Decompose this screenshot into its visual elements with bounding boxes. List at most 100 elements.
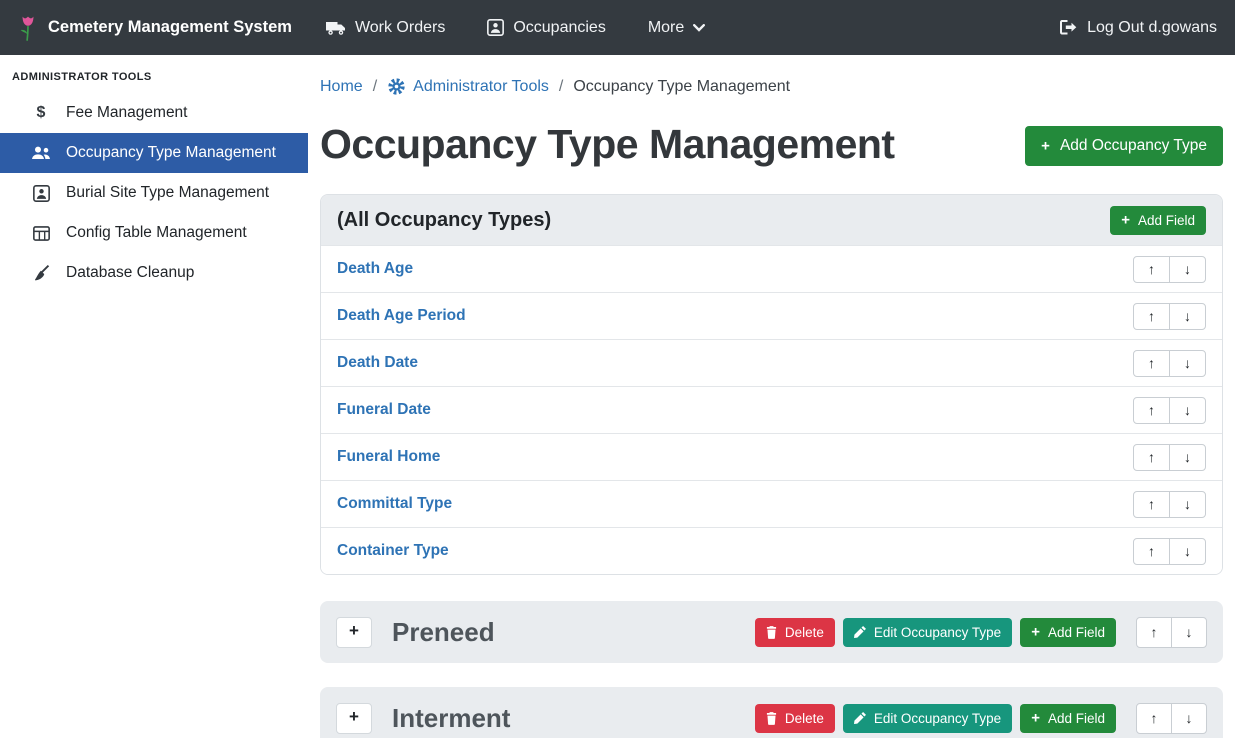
nav-item-occupancies[interactable]: Occupancies [487,19,606,37]
delete-label: Delete [785,711,824,726]
field-row: Funeral Home ↑ ↓ [321,433,1222,480]
occupancy-type-section-preneed: + Preneed Delete Edit Occupancy Type + [320,601,1223,663]
arrow-down-icon: ↓ [1184,308,1191,324]
pencil-icon [854,626,866,638]
delete-button[interactable]: Delete [755,704,835,733]
edit-occupancy-type-button[interactable]: Edit Occupancy Type [843,618,1012,647]
logout-button[interactable]: Log Out d.gowans [1060,19,1217,37]
arrow-down-icon: ↓ [1186,710,1193,726]
arrow-down-icon: ↓ [1184,261,1191,277]
expand-button[interactable]: + [336,617,372,648]
field-row: Container Type ↑ ↓ [321,527,1222,574]
move-down-button[interactable]: ↓ [1169,444,1206,471]
arrow-down-icon: ↓ [1184,543,1191,559]
main-content: Home / Administrator Tools / Occupancy T… [308,55,1235,738]
breadcrumb-current: Occupancy Type Management [573,78,790,96]
add-field-label: Add Field [1048,711,1105,726]
sidebar-item-fee-management[interactable]: $ Fee Management [0,93,308,133]
move-down-button[interactable]: ↓ [1169,538,1206,565]
nav-item-label: Work Orders [355,19,445,37]
move-up-button[interactable]: ↑ [1133,538,1170,565]
move-down-button[interactable]: ↓ [1169,491,1206,518]
reorder-group: ↑ ↓ [1133,350,1206,377]
move-up-button[interactable]: ↑ [1133,303,1170,330]
arrow-down-icon: ↓ [1186,624,1193,640]
arrow-up-icon: ↑ [1151,624,1158,640]
broom-icon [30,265,52,282]
page-title: Occupancy Type Management [320,120,895,168]
add-field-label: Add Field [1048,625,1105,640]
move-up-button[interactable]: ↑ [1136,617,1172,648]
expand-button[interactable]: + [336,703,372,734]
add-field-button[interactable]: + Add Field [1020,704,1116,733]
move-up-button[interactable]: ↑ [1133,397,1170,424]
truck-icon [326,20,346,36]
reorder-group: ↑ ↓ [1136,703,1207,734]
move-down-button[interactable]: ↓ [1169,256,1206,283]
field-row: Death Date ↑ ↓ [321,339,1222,386]
edit-occupancy-type-button[interactable]: Edit Occupancy Type [843,704,1012,733]
reorder-group: ↑ ↓ [1133,256,1206,283]
arrow-down-icon: ↓ [1184,449,1191,465]
sidebar-heading: Administrator Tools [0,61,308,93]
arrow-down-icon: ↓ [1184,402,1191,418]
delete-button[interactable]: Delete [755,618,835,647]
field-link-funeral-home[interactable]: Funeral Home [337,448,440,466]
move-down-button[interactable]: ↓ [1171,703,1207,734]
sidebar-item-config-table-management[interactable]: Config Table Management [0,213,308,253]
users-icon [30,146,52,160]
sidebar-item-label: Burial Site Type Management [66,184,269,202]
field-link-death-age[interactable]: Death Age [337,260,413,278]
move-up-button[interactable]: ↑ [1133,491,1170,518]
breadcrumb-admin-tools-link[interactable]: Administrator Tools [387,77,549,96]
plus-icon: + [349,621,359,641]
field-row: Funeral Date ↑ ↓ [321,386,1222,433]
move-down-button[interactable]: ↓ [1169,350,1206,377]
app-brand[interactable]: Cemetery Management System [18,13,292,43]
table-icon [30,226,52,241]
move-up-button[interactable]: ↑ [1136,703,1172,734]
arrow-up-icon: ↑ [1148,543,1155,559]
nav-item-work-orders[interactable]: Work Orders [326,19,445,37]
move-up-button[interactable]: ↑ [1133,444,1170,471]
field-link-committal-type[interactable]: Committal Type [337,495,452,513]
field-link-container-type[interactable]: Container Type [337,542,449,560]
breadcrumb-separator: / [559,78,563,96]
add-field-button[interactable]: + Add Field [1110,206,1206,235]
person-frame-icon [30,185,52,202]
arrow-down-icon: ↓ [1184,496,1191,512]
occupancy-type-name: Preneed [392,617,495,648]
logout-icon [1060,20,1078,35]
sidebar-item-label: Fee Management [66,104,188,122]
field-link-death-date[interactable]: Death Date [337,354,418,372]
field-link-funeral-date[interactable]: Funeral Date [337,401,431,419]
add-field-button[interactable]: + Add Field [1020,618,1116,647]
move-up-button[interactable]: ↑ [1133,350,1170,377]
breadcrumb-home-link[interactable]: Home [320,78,363,96]
nav-item-label: More [648,19,684,37]
field-link-death-age-period[interactable]: Death Age Period [337,307,466,325]
sidebar-item-database-cleanup[interactable]: Database Cleanup [0,253,308,293]
arrow-up-icon: ↑ [1148,355,1155,371]
edit-label: Edit Occupancy Type [874,711,1001,726]
arrow-up-icon: ↑ [1148,261,1155,277]
page-header: Occupancy Type Management + Add Occupanc… [320,120,1223,168]
sidebar-item-burial-site-type-management[interactable]: Burial Site Type Management [0,173,308,213]
move-up-button[interactable]: ↑ [1133,256,1170,283]
move-down-button[interactable]: ↓ [1169,397,1206,424]
nav-item-more[interactable]: More [648,19,705,37]
move-down-button[interactable]: ↓ [1171,617,1207,648]
breadcrumb-separator: / [373,78,377,96]
breadcrumb-admin-tools-label: Administrator Tools [413,78,549,96]
reorder-group: ↑ ↓ [1133,444,1206,471]
arrow-up-icon: ↑ [1148,496,1155,512]
sidebar-item-occupancy-type-management[interactable]: Occupancy Type Management [0,133,308,173]
arrow-up-icon: ↑ [1151,710,1158,726]
reorder-group: ↑ ↓ [1133,491,1206,518]
add-occupancy-type-button[interactable]: + Add Occupancy Type [1025,126,1223,166]
navbar-links: Work Orders Occupancies More [326,19,705,37]
logout-label: Log Out d.gowans [1087,19,1217,37]
move-down-button[interactable]: ↓ [1169,303,1206,330]
breadcrumb: Home / Administrator Tools / Occupancy T… [320,69,1223,96]
trash-icon [766,712,777,725]
